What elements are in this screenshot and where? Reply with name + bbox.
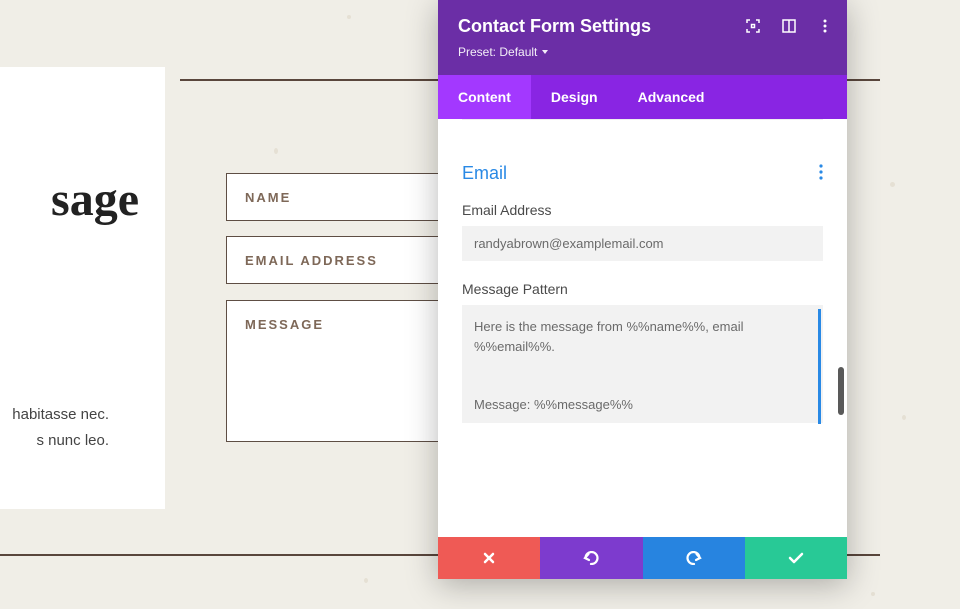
message-pattern-textarea[interactable] (462, 305, 823, 423)
message-pattern-label: Message Pattern (462, 281, 823, 297)
page-card: sage habitasse nec. s nunc leo. (0, 67, 165, 509)
email-address-label: Email Address (462, 202, 823, 218)
focus-icon[interactable] (745, 18, 761, 34)
layout-icon[interactable] (781, 18, 797, 34)
cancel-button[interactable] (438, 537, 540, 579)
tab-design[interactable]: Design (531, 75, 618, 119)
email-address-input[interactable] (462, 226, 823, 261)
settings-panel: Contact Form Settings Preset: Default (438, 0, 847, 579)
scrollbar-thumb[interactable] (838, 367, 844, 415)
page-title: sage (51, 172, 139, 227)
tab-advanced[interactable]: Advanced (618, 75, 725, 119)
section-title: Email (462, 163, 507, 184)
panel-header: Contact Form Settings Preset: Default (438, 0, 847, 75)
tab-content[interactable]: Content (438, 75, 531, 119)
section-more-icon[interactable] (819, 164, 823, 183)
more-icon[interactable] (817, 18, 833, 34)
panel-tabs: Content Design Advanced (438, 75, 847, 119)
panel-footer (438, 537, 847, 579)
page-body-text: habitasse nec. s nunc leo. (0, 402, 109, 453)
redo-button[interactable] (643, 537, 745, 579)
save-button[interactable] (745, 537, 847, 579)
undo-button[interactable] (540, 537, 642, 579)
preset-dropdown[interactable]: Preset: Default (458, 45, 548, 59)
panel-body: Email Email Address Message Pattern (438, 119, 847, 537)
